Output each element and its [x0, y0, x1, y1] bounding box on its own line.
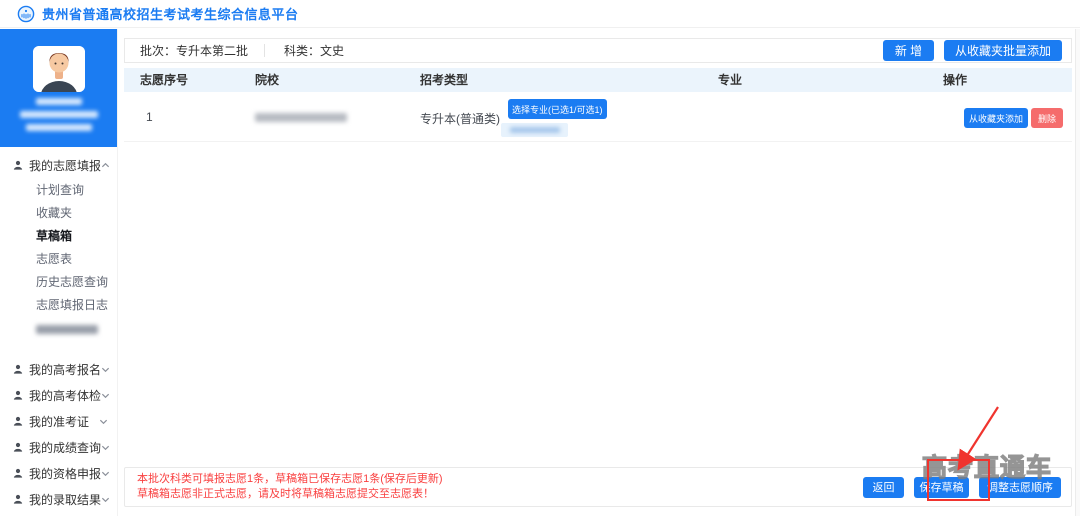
sidebar-group-label: 我的录取结果	[29, 491, 101, 508]
back-button[interactable]: 返回	[863, 477, 904, 498]
sidebar-group-gaokao-registration[interactable]: 我的高考报名	[0, 356, 117, 382]
sidebar-group-label: 我的志愿填报	[29, 157, 101, 174]
person-icon	[13, 364, 23, 374]
adjust-order-button[interactable]: 调整志愿顺序	[979, 477, 1061, 498]
sidebar-item-redacted[interactable]	[36, 325, 98, 334]
sidebar-item-volunteer-form[interactable]: 志愿表	[0, 248, 117, 271]
sidebar-group-score-query[interactable]: 我的成绩查询	[0, 434, 117, 460]
person-icon	[13, 416, 23, 426]
sidebar-group-volunteer-filling[interactable]: 我的志愿填报	[0, 152, 117, 178]
row-seq: 1	[146, 110, 153, 124]
column-header-college: 院校	[255, 68, 279, 92]
person-icon	[13, 160, 23, 170]
save-draft-button[interactable]: 保存草稿	[914, 477, 969, 498]
draft-notice-line2: 草稿箱志愿非正式志愿，请及时将草稿箱志愿提交至志愿表！	[137, 487, 443, 502]
selected-major-chip	[501, 123, 568, 137]
sidebar-item-fill-log[interactable]: 志愿填报日志	[0, 294, 117, 317]
profile-info-redacted	[26, 124, 92, 131]
draft-notice: 本批次科类可填报志愿1条，草稿箱已保存志愿1条(保存后更新) 草稿箱志愿非正式志…	[137, 472, 443, 502]
sidebar-submenu: 计划查询 收藏夹 草稿箱 志愿表 历史志愿查询 志愿填报日志	[0, 178, 117, 343]
chevron-down-icon	[101, 391, 110, 400]
footer-bar: 本批次科类可填报志愿1条，草稿箱已保存志愿1条(保存后更新) 草稿箱志愿非正式志…	[124, 467, 1072, 507]
person-icon	[13, 442, 23, 452]
column-header-operations: 操作	[943, 68, 967, 92]
selected-major-redacted	[510, 127, 560, 133]
sidebar-item-draft-box[interactable]: 草稿箱	[0, 225, 117, 248]
column-header-seq: 志愿序号	[140, 68, 188, 92]
toolbar-divider	[264, 44, 265, 57]
column-header-type: 招考类型	[420, 68, 468, 92]
sidebar-group-admission-ticket[interactable]: 我的准考证	[0, 408, 117, 434]
sidebar-group-label: 我的资格申报	[29, 465, 101, 482]
avatar	[33, 46, 85, 92]
subject-label: 科类：文史	[284, 42, 344, 59]
table-header: 志愿序号 院校 招考类型 专业 操作	[124, 68, 1072, 92]
chevron-down-icon	[101, 495, 110, 504]
chevron-down-icon	[101, 365, 110, 374]
sidebar-group-label: 我的高考报名	[29, 361, 101, 378]
sidebar-group-label: 我的高考体检	[29, 387, 101, 404]
add-button[interactable]: 新 增	[883, 40, 934, 61]
app-header: 贵州省普通高校招生考试考生综合信息平台	[0, 0, 1080, 28]
sidebar-group-physical-exam[interactable]: 我的高考体检	[0, 382, 117, 408]
sidebar-group-label: 我的准考证	[29, 413, 99, 430]
profile-id-redacted	[20, 111, 98, 118]
sidebar-group-qualification-declaration[interactable]: 我的资格申报	[0, 460, 117, 486]
sidebar-menu: 我的志愿填报 计划查询 收藏夹 草稿箱 志愿表 历史志愿查询 志愿填报日志 我的…	[0, 147, 117, 512]
chevron-down-icon	[101, 469, 110, 478]
select-major-button[interactable]: 选择专业(已选1/可选1)	[508, 99, 607, 119]
add-from-favorites-button[interactable]: 从收藏夹添加	[964, 108, 1028, 128]
batch-label: 批次：专升本第二批	[140, 42, 248, 59]
person-icon	[13, 468, 23, 478]
sidebar: 我的志愿填报 计划查询 收藏夹 草稿箱 志愿表 历史志愿查询 志愿填报日志 我的…	[0, 29, 118, 516]
person-icon	[13, 494, 23, 504]
page-scrollbar[interactable]	[1075, 29, 1080, 516]
chevron-up-icon	[101, 161, 110, 170]
draft-notice-line1: 本批次科类可填报志愿1条，草稿箱已保存志愿1条(保存后更新)	[137, 472, 443, 487]
batch-toolbar: 批次：专升本第二批 科类：文史 新 增 从收藏夹批量添加	[124, 38, 1072, 63]
page-title: 贵州省普通高校招生考试考生综合信息平台	[42, 4, 299, 23]
sidebar-group-label: 我的成绩查询	[29, 439, 101, 456]
sidebar-groups: 我的高考报名 我的高考体检 我的准考证 我的成绩查询 我的资格申报	[0, 356, 117, 512]
profile-panel	[0, 29, 117, 147]
person-icon	[13, 390, 23, 400]
sidebar-item-history-query[interactable]: 历史志愿查询	[0, 271, 117, 294]
row-type: 专升本(普通类)	[420, 110, 500, 127]
batch-add-from-favorites-button[interactable]: 从收藏夹批量添加	[944, 40, 1062, 61]
chevron-down-icon	[99, 417, 108, 426]
column-header-major: 专业	[718, 68, 742, 92]
row-college-redacted	[255, 113, 347, 122]
sidebar-group-admission-results[interactable]: 我的录取结果	[0, 486, 117, 512]
chevron-down-icon	[101, 443, 110, 452]
platform-logo-icon	[17, 5, 35, 23]
sidebar-item-favorites[interactable]: 收藏夹	[0, 202, 117, 225]
profile-name-redacted	[36, 98, 82, 105]
table-row: 1 专升本(普通类) 选择专业(已选1/可选1) 从收藏夹添加 删除	[124, 92, 1072, 142]
delete-button[interactable]: 删除	[1031, 108, 1063, 128]
sidebar-item-plan-query[interactable]: 计划查询	[0, 179, 117, 202]
main-content: 批次：专升本第二批 科类：文史 新 增 从收藏夹批量添加 志愿序号 院校 招考类…	[119, 29, 1080, 516]
